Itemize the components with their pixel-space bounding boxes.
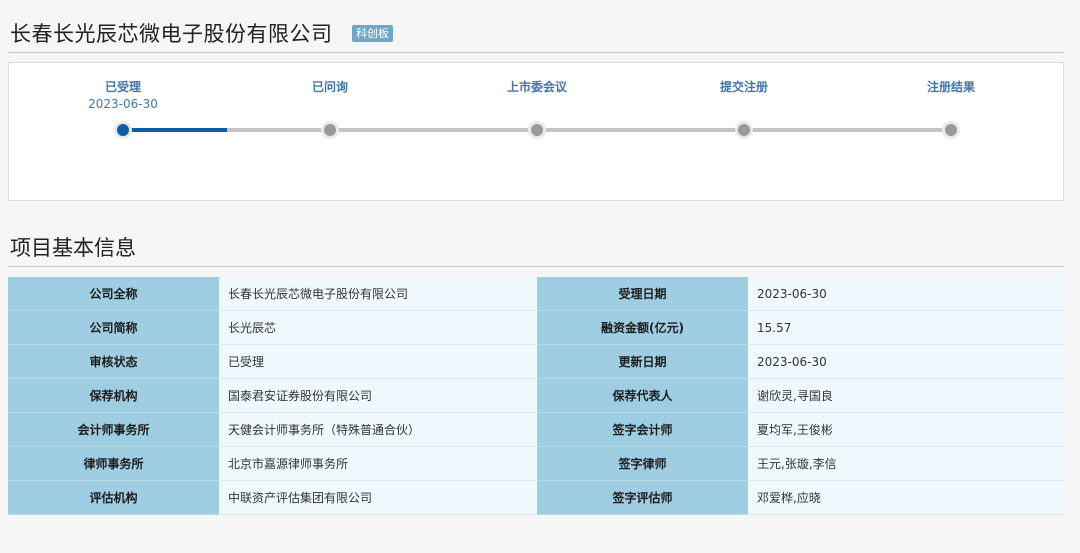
step-label: 注册结果 — [926, 80, 975, 94]
field-value: 中联资产评估集团有限公司 — [219, 480, 537, 515]
field-label: 公司简称 — [8, 310, 219, 345]
step-dot-submit-registration — [735, 121, 753, 139]
step-label: 提交注册 — [719, 80, 768, 94]
field-label: 保荐代表人 — [537, 378, 748, 413]
field-value: 长春长光辰芯微电子股份有限公司 — [219, 277, 537, 311]
field-label: 律师事务所 — [8, 446, 219, 481]
field-label: 更新日期 — [537, 344, 748, 379]
table-row: 公司全称 长春长光辰芯微电子股份有限公司 受理日期 2023-06-30 — [8, 277, 1064, 311]
project-info-table: 公司全称 长春长光辰芯微电子股份有限公司 受理日期 2023-06-30 公司简… — [8, 277, 1064, 515]
step-submit-registration: 提交注册 — [674, 79, 814, 95]
field-label: 融资金额(亿元) — [537, 310, 748, 345]
field-value: 2023-06-30 — [748, 344, 1064, 379]
table-row: 律师事务所 北京市嘉源律师事务所 签字律师 王元,张璇,李信 — [8, 446, 1064, 481]
company-name: 长春长光辰芯微电子股份有限公司 — [10, 22, 333, 46]
step-date: 2023-06-30 — [88, 97, 158, 111]
field-value: 15.57 — [748, 310, 1064, 345]
step-label: 上市委会议 — [506, 80, 567, 94]
section-header: 项目基本信息 — [8, 232, 1064, 267]
field-value: 谢欣灵,寻国良 — [748, 378, 1064, 413]
field-label: 受理日期 — [537, 277, 748, 311]
field-value: 2023-06-30 — [748, 277, 1064, 311]
table-row: 会计师事务所 天健会计师事务所（特殊普通合伙） 签字会计师 夏均军,王俊彬 — [8, 412, 1064, 447]
step-label: 已受理 — [104, 80, 141, 94]
step-dot-listing-committee — [528, 121, 546, 139]
progress-track-fill — [123, 128, 227, 132]
step-inquired: 已问询 — [260, 79, 400, 95]
step-label: 已问询 — [311, 80, 348, 94]
field-value: 邓爱桦,应晓 — [748, 480, 1064, 515]
table-row: 评估机构 中联资产评估集团有限公司 签字评估师 邓爱桦,应晓 — [8, 480, 1064, 515]
field-label: 签字评估师 — [537, 480, 748, 515]
field-label: 评估机构 — [8, 480, 219, 515]
field-label: 签字会计师 — [537, 412, 748, 447]
field-label: 会计师事务所 — [8, 412, 219, 447]
table-row: 公司简称 长光辰芯 融资金额(亿元) 15.57 — [8, 310, 1064, 345]
step-registration-result: 注册结果 — [881, 79, 1021, 95]
table-row: 审核状态 已受理 更新日期 2023-06-30 — [8, 344, 1064, 379]
field-value: 夏均军,王俊彬 — [748, 412, 1064, 447]
field-value: 长光辰芯 — [219, 310, 537, 345]
field-value: 国泰君安证券股份有限公司 — [219, 378, 537, 413]
field-label: 签字律师 — [537, 446, 748, 481]
field-value: 北京市嘉源律师事务所 — [219, 446, 537, 481]
step-accepted: 已受理 2023-06-30 — [53, 79, 193, 112]
progress-panel: 已受理 2023-06-30 已问询 上市委会议 提交注册 注册结果 — [8, 62, 1064, 201]
table-row: 保荐机构 国泰君安证券股份有限公司 保荐代表人 谢欣灵,寻国良 — [8, 378, 1064, 413]
field-label: 审核状态 — [8, 344, 219, 379]
step-dot-inquired — [321, 121, 339, 139]
step-dot-accepted — [114, 121, 132, 139]
step-listing-committee: 上市委会议 — [467, 79, 607, 95]
company-header: 长春长光辰芯微电子股份有限公司 科创板 — [8, 18, 1064, 53]
step-dot-registration-result — [942, 121, 960, 139]
field-value: 王元,张璇,李信 — [748, 446, 1064, 481]
field-label: 保荐机构 — [8, 378, 219, 413]
board-badge: 科创板 — [352, 25, 393, 42]
field-label: 公司全称 — [8, 277, 219, 311]
section-title: 项目基本信息 — [10, 236, 136, 260]
field-value: 已受理 — [219, 344, 537, 379]
field-value: 天健会计师事务所（特殊普通合伙） — [219, 412, 537, 447]
